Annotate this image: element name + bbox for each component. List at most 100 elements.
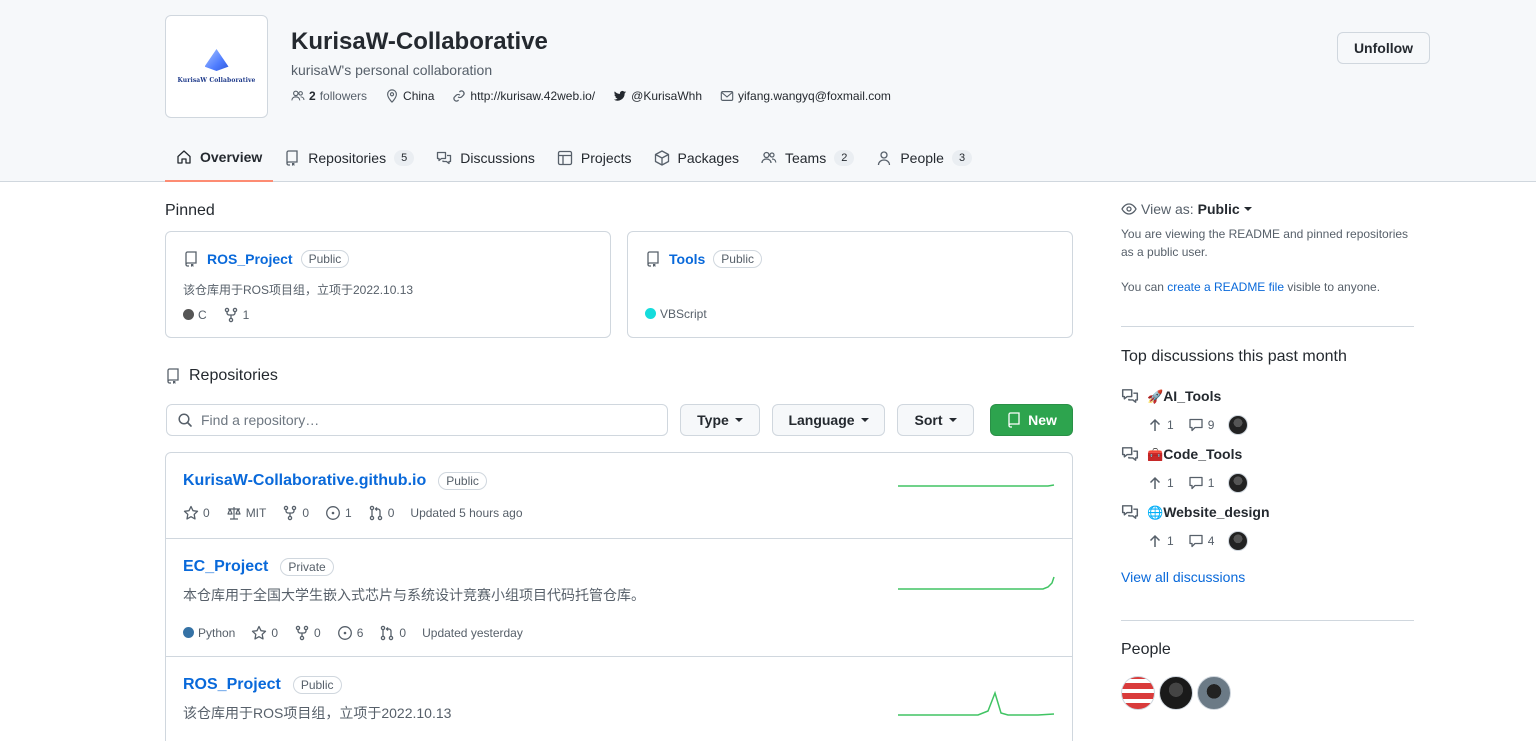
author-avatar[interactable] bbox=[1228, 415, 1249, 435]
followers-label: followers bbox=[319, 89, 368, 103]
issues-link[interactable]: 1 bbox=[325, 505, 352, 521]
repo-link[interactable]: EC_Project bbox=[183, 558, 268, 576]
followers-count: 2 bbox=[309, 89, 316, 103]
repo-row: EC_Project Private 本仓库用于全国大学生嵌入式芯片与系统设计竞… bbox=[166, 539, 1072, 657]
pulls-link[interactable]: 0 bbox=[379, 625, 406, 641]
tab-packages[interactable]: Packages bbox=[643, 140, 750, 176]
upvotes: 1 bbox=[1147, 533, 1174, 549]
view-as-toggle[interactable]: View as: Public bbox=[1121, 201, 1252, 217]
tab-repositories[interactable]: Repositories 5 bbox=[273, 140, 425, 176]
readme-prompt: You can create a README file visible to … bbox=[1121, 278, 1414, 296]
caret-down-icon bbox=[1243, 207, 1252, 211]
toolbox-icon: 🧰 bbox=[1147, 447, 1164, 463]
create-readme-link[interactable]: create a README file bbox=[1167, 280, 1284, 294]
pinned-card-header: ROS_Project Public bbox=[183, 250, 350, 268]
discussion-item: 🚀AI_Tools 1 9 bbox=[1121, 387, 1414, 435]
tab-label: Discussions bbox=[460, 150, 535, 166]
member-avatar[interactable] bbox=[1121, 676, 1155, 710]
top-discussions-title: Top discussions this past month bbox=[1121, 348, 1347, 365]
activity-sparkline bbox=[898, 690, 1055, 716]
fork-icon bbox=[295, 625, 309, 641]
arrow-up-icon bbox=[1149, 476, 1161, 489]
tab-people[interactable]: People 3 bbox=[865, 140, 983, 176]
discussion-title-row[interactable]: 🧰Code_Tools bbox=[1121, 445, 1414, 463]
issue-icon bbox=[326, 506, 340, 520]
repo-row: KurisaW-Collaborative.github.io Public 0… bbox=[166, 453, 1072, 539]
pinned-card-header: Tools Public bbox=[645, 250, 762, 268]
caret-down-icon bbox=[734, 418, 743, 422]
followers-link[interactable]: 2 followers bbox=[291, 89, 367, 103]
comments: 1 bbox=[1188, 475, 1214, 491]
repo-title: EC_Project Private bbox=[183, 558, 334, 576]
language-label: VBScript bbox=[660, 307, 707, 321]
pulls-link[interactable]: 0 bbox=[368, 505, 394, 521]
repo-icon bbox=[647, 251, 659, 267]
pull-request-icon bbox=[369, 505, 382, 521]
tab-teams[interactable]: Teams 2 bbox=[750, 140, 865, 176]
issues-count: 1 bbox=[345, 506, 352, 520]
view-as-label: View as: bbox=[1141, 201, 1194, 217]
view-all-discussions-link[interactable]: View all discussions bbox=[1121, 569, 1245, 585]
member-avatar[interactable] bbox=[1197, 676, 1231, 710]
pinned-repo-link[interactable]: ROS_Project bbox=[207, 251, 293, 267]
tab-overview[interactable]: Overview bbox=[165, 140, 274, 182]
repo-row: ROS_Project Public 该仓库用于ROS项目组，立项于2022.1… bbox=[166, 657, 1072, 741]
repo-link[interactable]: KurisaW-Collaborative.github.io bbox=[183, 472, 426, 490]
readme-suffix: visible to anyone. bbox=[1287, 280, 1381, 294]
repo-icon bbox=[167, 368, 179, 384]
repository-search-input[interactable] bbox=[201, 412, 641, 428]
type-filter-label: Type bbox=[697, 412, 729, 428]
stars-link[interactable]: 0 bbox=[251, 625, 278, 641]
org-description: kurisaW's personal collaboration bbox=[291, 62, 493, 78]
unfollow-button[interactable]: Unfollow bbox=[1337, 32, 1430, 64]
forks-link[interactable]: 1 bbox=[223, 307, 250, 323]
discussion-title-row[interactable]: 🚀AI_Tools bbox=[1121, 387, 1414, 405]
readme-prefix: You can bbox=[1121, 280, 1164, 294]
repositories-title-text: Repositories bbox=[189, 367, 278, 384]
forks-link[interactable]: 0 bbox=[294, 625, 321, 641]
fork-icon bbox=[284, 505, 297, 521]
tab-label: Overview bbox=[200, 149, 263, 165]
author-avatar[interactable] bbox=[1228, 473, 1249, 493]
language-filter-button[interactable]: Language bbox=[772, 404, 885, 436]
divider bbox=[1121, 326, 1414, 327]
sort-button[interactable]: Sort bbox=[897, 404, 974, 436]
member-avatar[interactable] bbox=[1159, 676, 1193, 710]
comment-icon bbox=[1189, 476, 1203, 490]
stars-link[interactable]: 0 bbox=[183, 505, 210, 521]
discussion-meta: 1 4 bbox=[1147, 531, 1414, 551]
eye-icon bbox=[1121, 203, 1137, 215]
issues-link[interactable]: 6 bbox=[337, 625, 363, 641]
upvotes: 1 bbox=[1147, 475, 1174, 491]
email-link[interactable]: yifang.wangyq@foxmail.com bbox=[720, 89, 891, 103]
comments-count: 4 bbox=[1207, 534, 1215, 548]
pinned-card-tools: Tools Public VBScript bbox=[627, 231, 1073, 338]
pinned-repo-description: 该仓库用于ROS项目组，立项于2022.10.13 bbox=[183, 283, 414, 297]
discussion-title-row[interactable]: 🌐Website_design bbox=[1121, 503, 1414, 521]
updated-time: Updated yesterday bbox=[422, 626, 523, 640]
language-label: C bbox=[198, 308, 207, 322]
forks-count: 0 bbox=[302, 506, 310, 520]
tab-projects[interactable]: Projects bbox=[546, 140, 643, 176]
repo-link[interactable]: ROS_Project bbox=[183, 676, 281, 694]
new-repository-button[interactable]: New bbox=[990, 404, 1073, 436]
org-meta: 2 followers China http://kurisaw.42web.i… bbox=[291, 89, 891, 103]
tab-label: Teams bbox=[784, 150, 827, 166]
location-text: China bbox=[403, 89, 435, 103]
author-avatar[interactable] bbox=[1228, 531, 1249, 551]
type-filter-button[interactable]: Type bbox=[680, 404, 760, 436]
view-as-value: Public bbox=[1197, 201, 1240, 217]
repo-description: 该仓库用于ROS项目组，立项于2022.10.13 bbox=[183, 705, 452, 721]
twitter-link[interactable]: @KurisaWhh bbox=[613, 89, 702, 103]
forks-link[interactable]: 0 bbox=[282, 505, 309, 521]
person-icon bbox=[878, 151, 891, 166]
forks-count: 1 bbox=[242, 308, 250, 322]
visibility-badge: Public bbox=[292, 676, 342, 694]
repository-search bbox=[166, 404, 668, 436]
pinned-repo-link[interactable]: Tools bbox=[669, 251, 705, 267]
updated-time: Updated 5 hours ago bbox=[410, 506, 523, 520]
website-link[interactable]: http://kurisaw.42web.io/ bbox=[452, 89, 595, 103]
divider bbox=[1121, 620, 1414, 621]
fork-icon bbox=[224, 307, 237, 323]
tab-discussions[interactable]: Discussions bbox=[425, 140, 546, 176]
